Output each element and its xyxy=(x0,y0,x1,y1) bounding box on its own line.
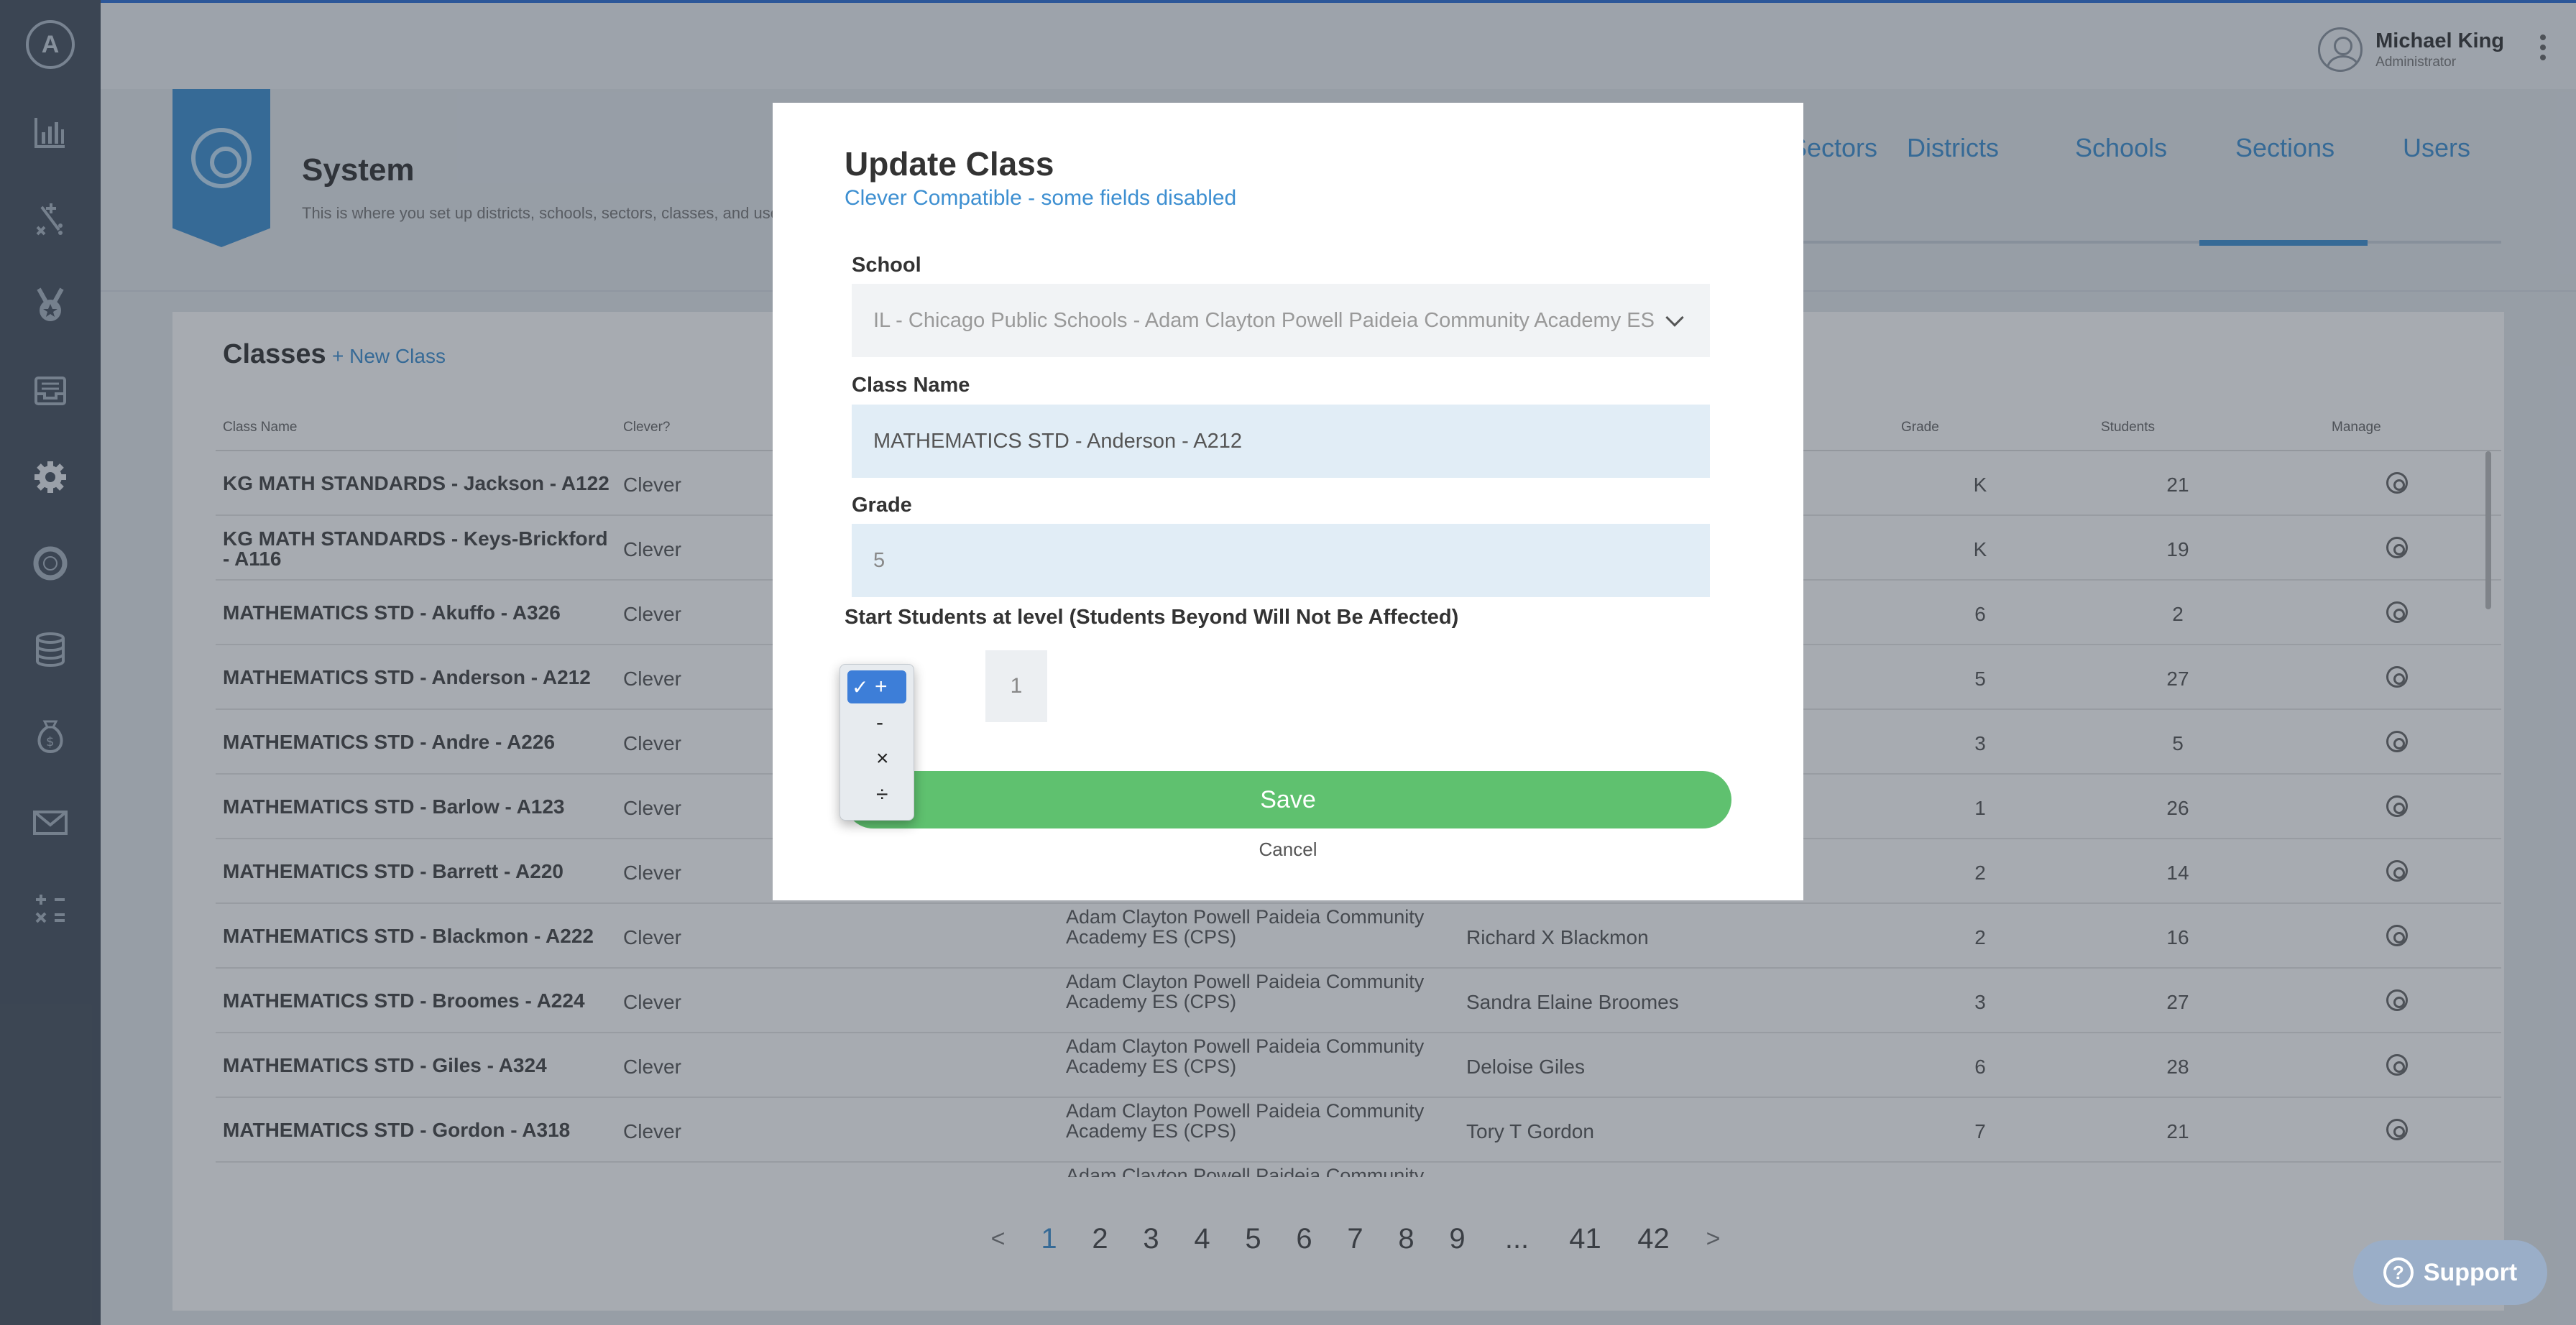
support-label: Support xyxy=(2423,1258,2518,1286)
level-input[interactable]: 1 xyxy=(985,650,1047,722)
school-select-value: IL - Chicago Public Schools - Adam Clayt… xyxy=(873,308,1655,332)
grade-label: Grade xyxy=(852,494,912,517)
checkmark-icon: ✓ xyxy=(852,675,869,698)
operator-dropdown[interactable]: ✓ + - × ÷ xyxy=(840,664,914,821)
start-level-label: Start Students at level (Students Beyond… xyxy=(845,606,1459,629)
grade-input[interactable] xyxy=(852,524,1710,597)
class-name-input[interactable] xyxy=(852,405,1710,478)
operator-option-plus[interactable]: ✓ + xyxy=(847,670,906,703)
operator-option-divide[interactable]: ÷ xyxy=(847,778,906,811)
school-select[interactable]: IL - Chicago Public Schools - Adam Clayt… xyxy=(852,284,1710,357)
operator-option-label: + xyxy=(875,675,888,698)
modal-title: Update Class xyxy=(845,145,1054,183)
support-button[interactable]: ? Support xyxy=(2353,1240,2547,1305)
operator-option-multiply[interactable]: × xyxy=(847,742,906,775)
chevron-down-icon xyxy=(1665,308,1684,327)
operator-option-minus[interactable]: - xyxy=(847,706,906,739)
help-question-icon: ? xyxy=(2383,1257,2414,1288)
modal-subtitle: Clever Compatible - some fields disabled xyxy=(845,186,1237,210)
save-button[interactable]: Save xyxy=(845,771,1731,828)
class-name-label: Class Name xyxy=(852,374,970,397)
school-label: School xyxy=(852,254,921,277)
cancel-link[interactable]: Cancel xyxy=(773,839,1803,861)
update-class-modal: Update Class Clever Compatible - some fi… xyxy=(773,103,1803,900)
